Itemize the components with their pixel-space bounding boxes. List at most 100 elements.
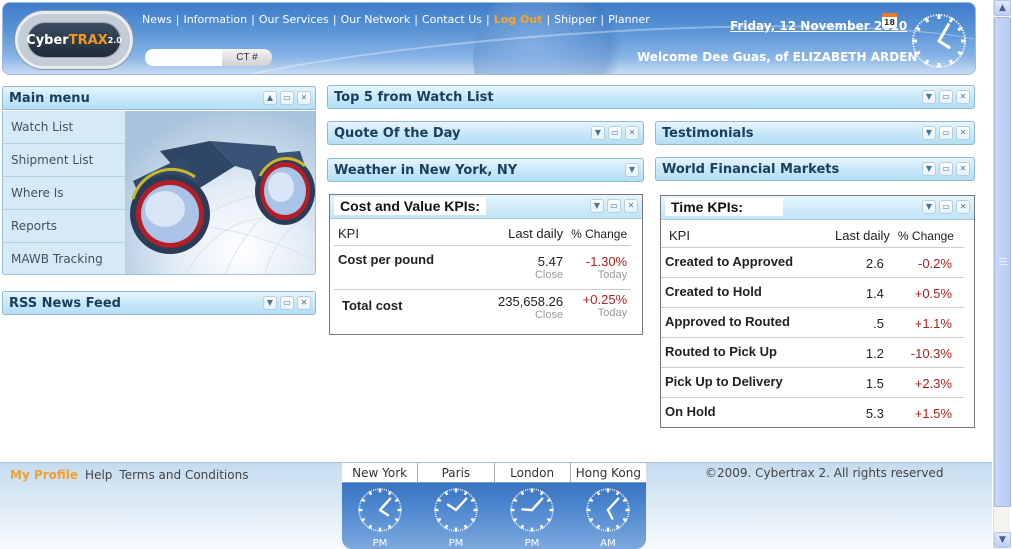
- maximize-icon[interactable]: ▭: [939, 126, 953, 140]
- nav-information[interactable]: Information: [183, 13, 247, 26]
- ct-search-button[interactable]: CT #: [222, 49, 272, 66]
- expand-down-icon[interactable]: ▼: [591, 126, 605, 140]
- kpi-change: +1.1%: [893, 307, 964, 338]
- footer-link-my-profile[interactable]: My Profile: [10, 468, 78, 482]
- expand-down-icon[interactable]: ▼: [922, 200, 936, 214]
- ampm-label: PM: [524, 538, 540, 549]
- clock-hour-tick: [368, 524, 373, 530]
- scroll-up-button[interactable]: ▲: [994, 0, 1011, 16]
- column-header-kpi: KPI: [661, 224, 831, 248]
- nav-log-out[interactable]: Log Out: [494, 13, 543, 26]
- quote-title: Quote Of the Day: [334, 126, 461, 141]
- menu-item-reports[interactable]: Reports: [3, 210, 125, 243]
- nav-our-services[interactable]: Our Services: [259, 13, 329, 26]
- nav-contact-us[interactable]: Contact Us: [422, 13, 482, 26]
- footer-link-help[interactable]: Help: [85, 468, 112, 482]
- ct-number-input[interactable]: [145, 49, 222, 66]
- clock-minute-tick: [593, 493, 595, 496]
- close-icon[interactable]: ✕: [625, 126, 639, 140]
- clock-icon: [358, 488, 402, 532]
- close-icon[interactable]: ✕: [297, 296, 311, 310]
- quote-of-the-day-panel: Quote Of the Day ▼ ▭ ✕: [327, 121, 644, 145]
- clock-minute-tick: [546, 523, 549, 525]
- clock-minute-tick: [621, 524, 623, 527]
- close-icon[interactable]: ✕: [624, 199, 638, 213]
- clock-hour-tick: [596, 490, 601, 496]
- clock-minute-tick: [360, 517, 362, 520]
- kpi-change: +0.25% Today: [567, 290, 631, 332]
- maximize-icon[interactable]: ▭: [280, 91, 294, 105]
- expand-down-icon[interactable]: ▼: [922, 90, 936, 104]
- kpi-change: +0.5%: [893, 277, 964, 308]
- calendar-icon[interactable]: 18: [882, 13, 897, 28]
- clock-hour-tick: [463, 490, 468, 496]
- clock-minute-tick: [591, 495, 594, 497]
- clock-minute-tick: [514, 496, 517, 499]
- close-icon[interactable]: ✕: [956, 162, 970, 176]
- clock-minute-tick: [366, 492, 369, 495]
- kpi-value: .5: [831, 307, 894, 338]
- clock-hour-tick: [436, 498, 442, 503]
- scrollbar-thumb[interactable]: [994, 17, 1011, 507]
- clock-minute-hand: [378, 497, 392, 512]
- maximize-icon[interactable]: ▭: [939, 90, 953, 104]
- clock-minute-tick: [946, 15, 948, 18]
- clock-hour-tick: [615, 524, 620, 530]
- nav-shipper[interactable]: Shipper: [554, 13, 596, 26]
- collapse-up-icon[interactable]: ▲: [263, 91, 277, 105]
- scroll-down-button[interactable]: ▼: [994, 532, 1011, 548]
- clock-minute-tick: [958, 24, 962, 27]
- nav-our-network[interactable]: Our Network: [341, 13, 411, 26]
- close-icon[interactable]: ✕: [956, 200, 970, 214]
- clock-minute-tick: [370, 528, 373, 530]
- menu-item-watch-list[interactable]: Watch List: [3, 111, 125, 144]
- clock-minute-tick: [446, 490, 449, 492]
- nav-separator: |: [332, 13, 337, 26]
- clock-minute-tick: [914, 29, 917, 32]
- menu-item-shipment-list[interactable]: Shipment List: [3, 144, 125, 177]
- close-icon[interactable]: ✕: [297, 91, 311, 105]
- nav-news[interactable]: News: [142, 13, 172, 26]
- ampm-label: PM: [448, 538, 464, 549]
- clock-minute-tick: [441, 493, 443, 496]
- expand-down-icon[interactable]: ▼: [263, 296, 277, 310]
- clock-hour-tick: [948, 16, 954, 23]
- clock-minute-tick: [515, 523, 518, 525]
- clock-minute-tick: [930, 64, 932, 67]
- cybertrax-logo[interactable]: Cyber TRAX 2.0: [15, 11, 133, 69]
- expand-down-icon[interactable]: ▼: [590, 199, 604, 213]
- clock-hour-tick: [436, 517, 442, 522]
- header-clock-icon: [912, 14, 966, 68]
- main-menu-body: Watch List Shipment List Where Is Report…: [2, 111, 316, 275]
- clock-minute-tick: [365, 493, 367, 496]
- clock-icon: [434, 488, 478, 532]
- vertical-scrollbar[interactable]: ▲ ▼: [993, 0, 1011, 549]
- clock-minute-tick: [471, 521, 474, 524]
- menu-item-mawb-tracking[interactable]: MAWB Tracking: [3, 243, 125, 274]
- clock-minute-tick: [512, 517, 514, 520]
- logo-accent: TRAX: [68, 32, 108, 48]
- expand-down-icon[interactable]: ▼: [625, 163, 639, 177]
- menu-item-where-is[interactable]: Where Is: [3, 177, 125, 210]
- table-header-row: KPI Last daily % Change: [334, 222, 632, 246]
- clock-minute-tick: [470, 495, 473, 497]
- maximize-icon[interactable]: ▭: [608, 126, 622, 140]
- nav-planner[interactable]: Planner: [608, 13, 650, 26]
- footer-link-terms[interactable]: Terms and Conditions: [119, 468, 248, 482]
- current-date[interactable]: Friday, 12 November 2010: [730, 19, 907, 33]
- clock-hour-tick: [948, 59, 954, 66]
- close-icon[interactable]: ✕: [956, 126, 970, 140]
- expand-down-icon[interactable]: ▼: [922, 162, 936, 176]
- clock-minute-tick: [948, 63, 951, 66]
- main-menu-list: Watch List Shipment List Where Is Report…: [3, 111, 125, 274]
- clock-minute-tick: [543, 525, 546, 528]
- cost-value-kpis-panel: Cost and Value KPIs: ▼ ▭ ✕ KPI Last dail…: [329, 194, 643, 335]
- maximize-icon[interactable]: ▭: [607, 199, 621, 213]
- table-header-row: KPI Last daily % Change: [661, 224, 964, 248]
- maximize-icon[interactable]: ▭: [939, 200, 953, 214]
- maximize-icon[interactable]: ▭: [280, 296, 294, 310]
- expand-down-icon[interactable]: ▼: [922, 126, 936, 140]
- maximize-icon[interactable]: ▭: [939, 162, 953, 176]
- close-icon[interactable]: ✕: [956, 90, 970, 104]
- kpi-value: 1.5: [831, 367, 894, 398]
